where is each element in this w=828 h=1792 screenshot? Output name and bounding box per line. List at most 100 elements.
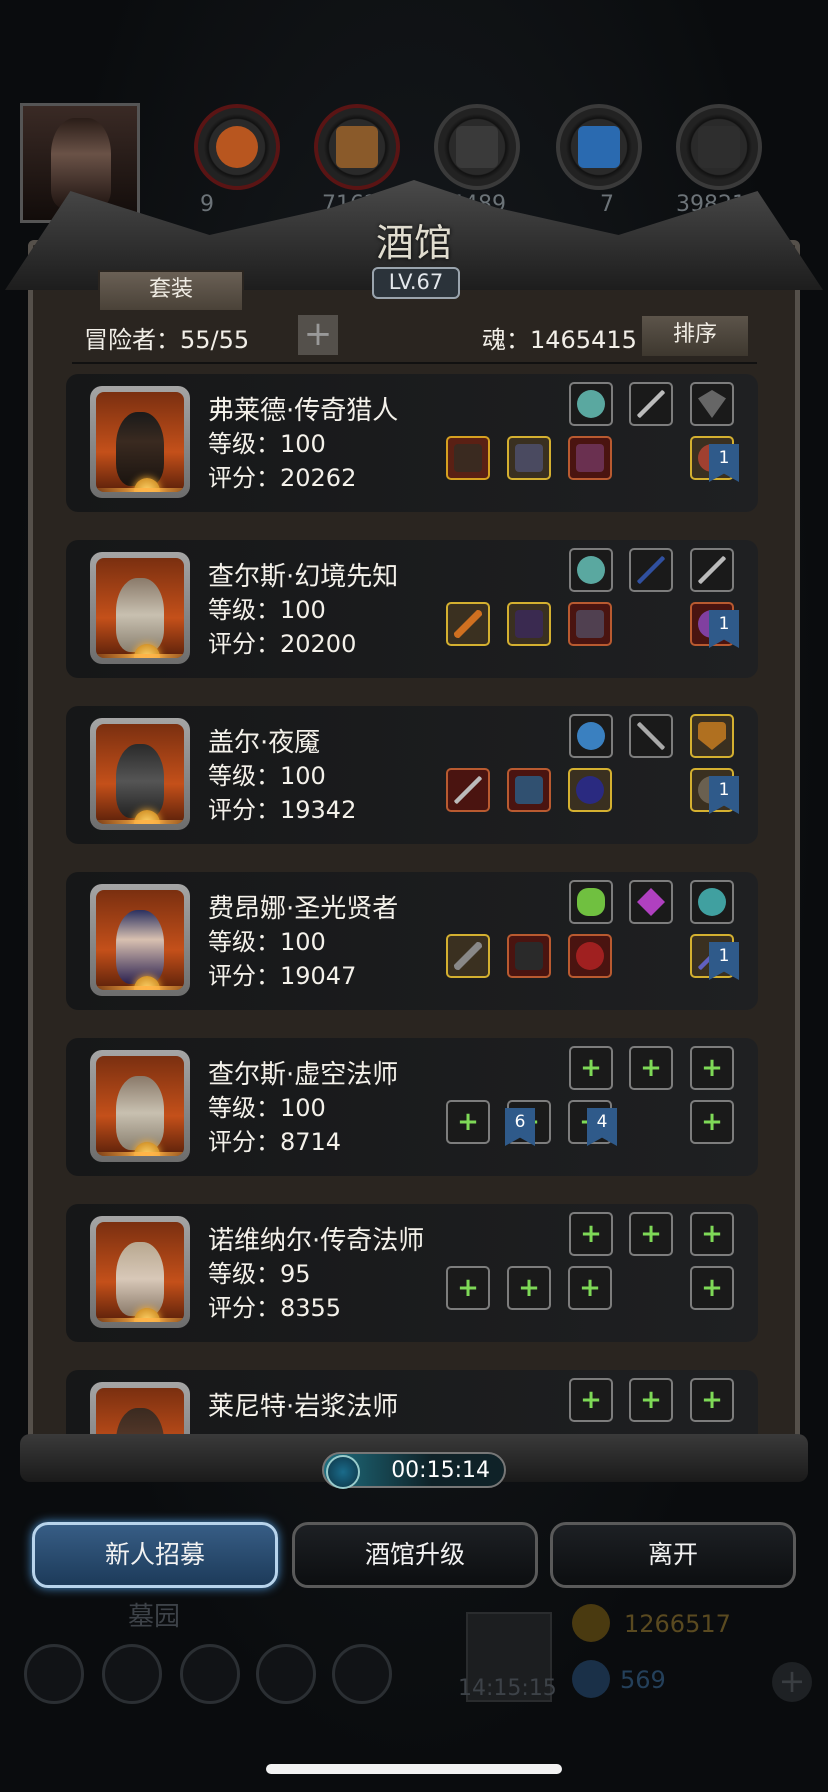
add-equipment-icon[interactable]: + [569, 1046, 613, 1090]
hero-portrait[interactable] [90, 1050, 190, 1162]
recruit-button[interactable]: 新人招募 [32, 1522, 278, 1588]
hero-portrait[interactable] [90, 718, 190, 830]
amulet-icon[interactable] [569, 382, 613, 426]
add-equipment-icon[interactable]: + [690, 1100, 734, 1144]
add-equipment-icon[interactable]: + [446, 1100, 490, 1144]
hero-portrait[interactable] [90, 1382, 190, 1434]
adventurer-count: 冒险者：55/55 [84, 326, 250, 354]
dagger-icon[interactable] [629, 714, 673, 758]
hero-score: 评分：8714 [208, 1128, 342, 1156]
add-equipment-icon[interactable]: + [629, 1378, 673, 1422]
divider [72, 362, 757, 364]
hero-level: 等级：100 [208, 1094, 326, 1122]
pendant-icon[interactable] [690, 382, 734, 426]
hero-name: 查尔斯·幻境先知 [208, 562, 399, 592]
stone-icon[interactable] [434, 104, 520, 190]
iron-icon[interactable] [676, 104, 762, 190]
hero-row[interactable]: 莱尼特·岩浆法师 + + + [66, 1370, 758, 1434]
hero-score: 评分：19047 [208, 962, 357, 990]
hero-name: 盖尔·夜魇 [208, 728, 321, 758]
armor-icon[interactable] [507, 768, 551, 812]
robe-icon[interactable] [507, 602, 551, 646]
hero-row[interactable]: 费昂娜·圣光贤者 等级：100 评分：19047 [66, 872, 758, 1010]
helmet-icon[interactable] [568, 436, 612, 480]
scroll-icon[interactable] [180, 1644, 240, 1704]
staff-icon[interactable] [446, 934, 490, 978]
gear-icon[interactable] [24, 1644, 84, 1704]
potion-icon[interactable] [568, 934, 612, 978]
hero-list[interactable]: 弗莱德·传奇猎人 等级：100 评分：20262 1 查尔斯·幻境先知 等级：1… [66, 374, 758, 1434]
hero-level: 等级：100 [208, 928, 326, 956]
hero-row[interactable]: 弗莱德·传奇猎人 等级：100 评分：20262 [66, 374, 758, 512]
add-equipment-icon[interactable]: + [568, 1266, 612, 1310]
gold-amount: 1266517 [624, 1610, 731, 1638]
leave-button[interactable]: 离开 [550, 1522, 796, 1588]
add-equipment-icon[interactable]: + [629, 1046, 673, 1090]
wood-plank-icon[interactable] [314, 104, 400, 190]
armor-icon[interactable] [507, 436, 551, 480]
purple-gem-icon[interactable] [629, 880, 673, 924]
spear-icon[interactable] [690, 548, 734, 592]
clock-icon [326, 1455, 360, 1489]
mail-icon[interactable] [256, 1644, 316, 1704]
add-slot-button[interactable]: + [296, 313, 340, 357]
belt-icon[interactable] [568, 768, 612, 812]
spear-icon[interactable] [629, 382, 673, 426]
shield-icon[interactable] [690, 714, 734, 758]
gem-amount: 569 [620, 1666, 666, 1694]
add-equipment-icon[interactable]: + [690, 1046, 734, 1090]
add-equipment-icon[interactable]: + [690, 1266, 734, 1310]
add-equipment-icon[interactable]: + [507, 1266, 551, 1310]
hero-name: 费昂娜·圣光贤者 [208, 894, 399, 924]
hero-score: 评分：20262 [208, 464, 357, 492]
hero-level: 等级：100 [208, 762, 326, 790]
green-charm-icon[interactable] [569, 880, 613, 924]
add-equipment-icon[interactable]: + [569, 1212, 613, 1256]
bottom-clock: 14:15:15 [458, 1676, 557, 1701]
timer-text: 00:15:14 [391, 1458, 490, 1483]
hero-row[interactable]: 诺维纳尔·传奇法师 等级：95 评分：8355 + + + + + + + [66, 1204, 758, 1342]
amulet-icon[interactable] [569, 548, 613, 592]
blue-orb-icon[interactable] [569, 714, 613, 758]
hero-portrait[interactable] [90, 386, 190, 498]
hero-score: 评分：8355 [208, 1294, 342, 1322]
blue-stone-icon[interactable] [690, 880, 734, 924]
hero-portrait[interactable] [90, 884, 190, 996]
gold-coin-icon [572, 1604, 610, 1642]
hero-portrait[interactable] [90, 552, 190, 664]
hero-score: 评分：19342 [208, 796, 357, 824]
hero-name: 弗莱德·传奇猎人 [208, 396, 399, 426]
map-icon[interactable] [332, 1644, 392, 1704]
hero-level: 等级：95 [208, 1260, 311, 1288]
graveyard-label: 墓园 [128, 1602, 181, 1632]
add-equipment-icon[interactable]: + [690, 1212, 734, 1256]
hero-name: 查尔斯·虚空法师 [208, 1060, 399, 1090]
hero-row[interactable]: 查尔斯·幻境先知 等级：100 评分：20200 [66, 540, 758, 678]
hero-name: 莱尼特·岩浆法师 [208, 1392, 399, 1422]
add-equipment-icon[interactable]: + [446, 1266, 490, 1310]
soul-count: 魂：1465415 [482, 326, 637, 354]
bow-icon[interactable] [629, 548, 673, 592]
add-equipment-icon[interactable]: + [569, 1378, 613, 1422]
orange-ore-icon[interactable] [194, 104, 280, 190]
add-gems-button[interactable]: + [772, 1662, 812, 1702]
crossbow-icon[interactable] [446, 436, 490, 480]
staff-icon[interactable] [446, 602, 490, 646]
hero-row[interactable]: 盖尔·夜魇 等级：100 评分：19342 [66, 706, 758, 844]
upgrade-tavern-button[interactable]: 酒馆升级 [292, 1522, 538, 1588]
star-icon[interactable] [102, 1644, 162, 1704]
hero-row[interactable]: 查尔斯·虚空法师 等级：100 评分：8714 + + + + + + + [66, 1038, 758, 1176]
home-indicator [266, 1764, 562, 1774]
hero-level: 等级：100 [208, 596, 326, 624]
add-equipment-icon[interactable]: + [629, 1212, 673, 1256]
helmet-icon[interactable] [568, 602, 612, 646]
spear-icon[interactable] [446, 768, 490, 812]
hero-name: 诺维纳尔·传奇法师 [208, 1226, 425, 1256]
add-equipment-icon[interactable]: + [690, 1378, 734, 1422]
suit-button[interactable]: 套装 [98, 270, 244, 312]
robe-icon[interactable] [507, 934, 551, 978]
crystal-icon[interactable] [556, 104, 642, 190]
gem-icon [572, 1660, 610, 1698]
hero-portrait[interactable] [90, 1216, 190, 1328]
sort-button[interactable]: 排序 [640, 314, 750, 358]
